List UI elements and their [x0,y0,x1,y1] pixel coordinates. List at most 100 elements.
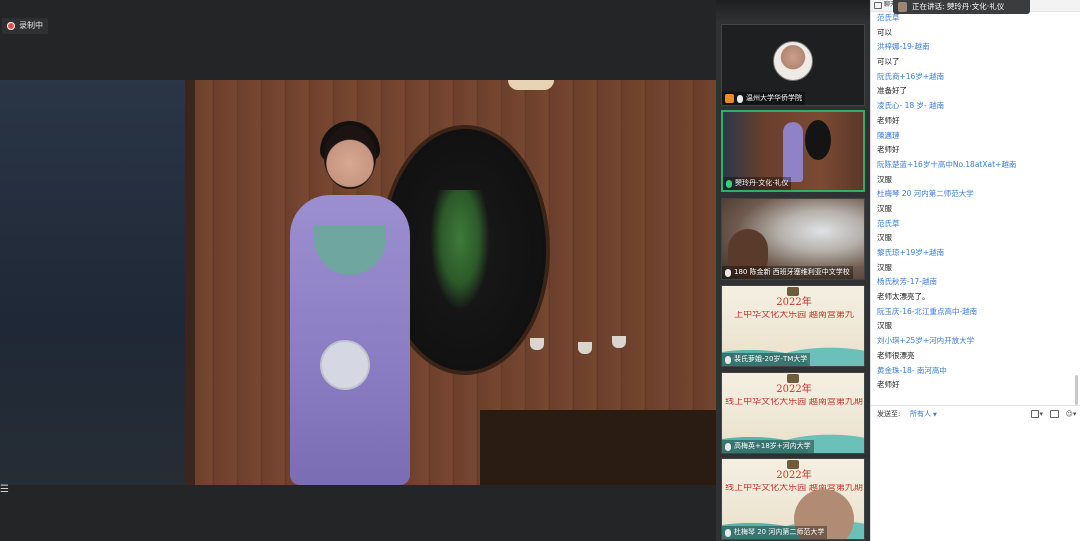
chat-message-text: 可以 [877,27,892,37]
participant-tile-active[interactable]: 僰玲丹·文化·礼仪 [721,110,865,192]
banner-title: 线上中华文化大乐园 越南营第九期 [725,484,863,493]
participant-name-text: 杜梅琴 20 河内第二师范大学 [734,528,825,536]
speaking-text: 正在讲话: 僰玲丹·文化·礼仪 [912,3,1004,11]
avatar-icon [725,94,734,103]
participant-tile[interactable]: 2022年 线上中华文化大乐园 越南营第九期 杜梅琴 20 河内第二师范大学 [721,458,865,540]
chat-message-text: 可以了 [877,57,900,67]
chat-message-text: 老师好 [877,145,900,155]
participant-name-text: 高梅英+18岁+河内大学 [734,442,811,450]
chat-message-text: 汉服 [877,203,892,213]
video-scene-teacup [578,342,592,354]
tile-video-person [783,122,803,182]
video-scene-lamp [508,80,554,90]
user-icon[interactable]: ☺▾ [1065,409,1077,419]
chat-message-text: 汉服 [877,174,892,184]
participant-name-text: 180 陈金新 西班牙塞维利亚中文学校 [734,268,850,276]
participant-name: 180 陈金新 西班牙塞维利亚中文学校 [722,266,853,279]
chat-message-text: 老师很漂亮 [877,350,915,360]
banner-year: 2022年 [776,470,812,481]
banner-title: 上中华文化大乐园 越南营第九 [734,311,854,320]
chat-message-list[interactable]: 范氏草 可以洪梓娜-19-越南可以了阮氏商+16岁+越南 准备好了凌氏心- 18 岁… [871,11,1080,393]
mic-icon [725,268,731,277]
participant-tile[interactable]: 温州大学华侨学院 [721,24,865,106]
chat-input[interactable] [871,423,1080,541]
avatar [773,41,813,81]
video-scene-teacup [530,338,544,350]
record-icon [7,22,15,30]
participant-tile[interactable]: 180 陈金新 西班牙塞维利亚中文学校 [721,198,865,280]
send-to-dropdown[interactable]: 所有人 ▼ [910,411,937,418]
participant-name: 温州大学华侨学院 [722,92,805,105]
video-speaker-head [324,125,376,189]
chat-message-text: 老师好 [877,115,900,125]
participant-name-text: 僰玲丹·文化·礼仪 [735,179,789,187]
mic-icon [725,528,731,537]
chat-sender-name[interactable]: 黄金珠-18- 南河高中 [871,364,1080,379]
chat-sender-name[interactable]: 陳邁璉 [871,129,1080,144]
video-scene-teacup [612,336,626,348]
chat-scrollbar[interactable] [1075,375,1078,405]
video-scene-table [480,410,716,485]
mic-icon [725,442,731,451]
participant-thumbnails: 温州大学华侨学院 僰玲丹·文化·礼仪 180 陈金新 西班牙塞维利亚中文学校 2… [716,0,870,541]
speaking-indicator: 正在讲话: 僰玲丹·文化·礼仪 [893,0,1030,14]
chat-message-text: 准备好了 [877,86,907,96]
chat-tools: ▾ ☺▾ [1031,409,1077,419]
video-scene-pillar [185,80,195,485]
send-to-value: 所有人 [910,410,931,418]
thumbnail-scroll-shadow [716,0,870,22]
participant-name: 裴氏萝娥-20岁-TM大学 [722,353,811,366]
chat-message-text: 汉服 [877,233,892,243]
video-speaker-fan [320,340,370,390]
recording-badge[interactable]: 录制中 [2,18,48,34]
mic-icon [737,94,743,103]
mic-icon [726,179,732,188]
chat-sender-name[interactable]: 杨氏秋芳-17-越南 [871,275,1080,290]
chat-sender-name[interactable]: 阮玉庆-16-北江重点高中-越南 [871,305,1080,320]
chat-sender-name[interactable]: 黎氏琼+19岁+越南 [871,246,1080,261]
video-speaker-person [280,121,420,485]
send-to-label: 发送至: [877,410,901,418]
banner-emblem [787,374,799,383]
speaker-video[interactable] [0,80,716,485]
chat-sender-name[interactable]: 杜梅琴 20 河内第二师范大学 [871,187,1080,202]
participant-tile[interactable]: 2022年 上中华文化大乐园 越南营第九 裴氏萝娥-20岁-TM大学 [721,285,865,367]
chat-sender-name[interactable]: 凌氏心- 18 岁- 越南 [871,99,1080,114]
banner-emblem [787,287,799,296]
speaking-prefix: 正在讲话: [912,2,945,12]
banner-title: 线上中华文化大乐园 越南营第九期 [725,398,863,407]
chat-panel: 聊天 范氏草 可以 洪梓娜-19-越南 可以了 阮氏商+16岁+越南 准备好了 凌氏心- 1… [870,0,1080,541]
chat-sender-name[interactable]: 洪梓娜-19-越南 [871,40,1080,55]
chat-icon [874,2,882,9]
chevron-down-icon: ▼ [933,412,937,418]
participant-name: 杜梅琴 20 河内第二师范大学 [722,526,828,539]
menu-icon[interactable]: ☰ [0,485,9,495]
chat-sender-name[interactable]: 阮陈楚蓝+16岁十高中No.18atXat+越南 [871,158,1080,173]
main-video-stage: 录制中 ☰ [0,0,716,541]
recording-label: 录制中 [19,21,43,30]
video-scene-window [0,80,190,485]
banner-year: 2022年 [776,297,812,308]
chat-footer: 发送至: 所有人 ▼ ▾ ☺▾ [871,405,1080,423]
screenshot-icon[interactable] [1048,409,1060,419]
avatar [898,2,907,12]
participant-name-text: 裴氏萝娥-20岁-TM大学 [734,355,808,363]
mic-icon [725,355,731,364]
chat-message-text: 汉服 [877,262,892,272]
speaking-name: 僰玲丹·文化·礼仪 [946,2,1005,12]
participant-tile[interactable]: 2022年 线上中华文化大乐园 越南营第九期 高梅英+18岁+河内大学 [721,372,865,454]
chat-sender-name[interactable]: 范氏草 [871,217,1080,232]
file-icon[interactable]: ▾ [1031,409,1043,419]
banner-year: 2022年 [776,384,812,395]
chat-message-text: 汉服 [877,321,892,331]
banner-emblem [787,460,799,469]
chat-sender-name[interactable]: 刘小琪+25岁+河内开放大学 [871,334,1080,349]
participant-name: 高梅英+18岁+河内大学 [722,440,814,453]
chat-message-text: 老师太漂亮了。 [877,292,930,302]
chat-sender-name[interactable]: 阮氏商+16岁+越南 [871,70,1080,85]
tile-video-window [805,120,831,160]
chat-message-text: 老师好 [877,380,900,390]
participant-name-text: 温州大学华侨学院 [746,94,802,102]
video-scene-plant [430,190,490,310]
participant-name: 僰玲丹·文化·礼仪 [723,177,792,190]
